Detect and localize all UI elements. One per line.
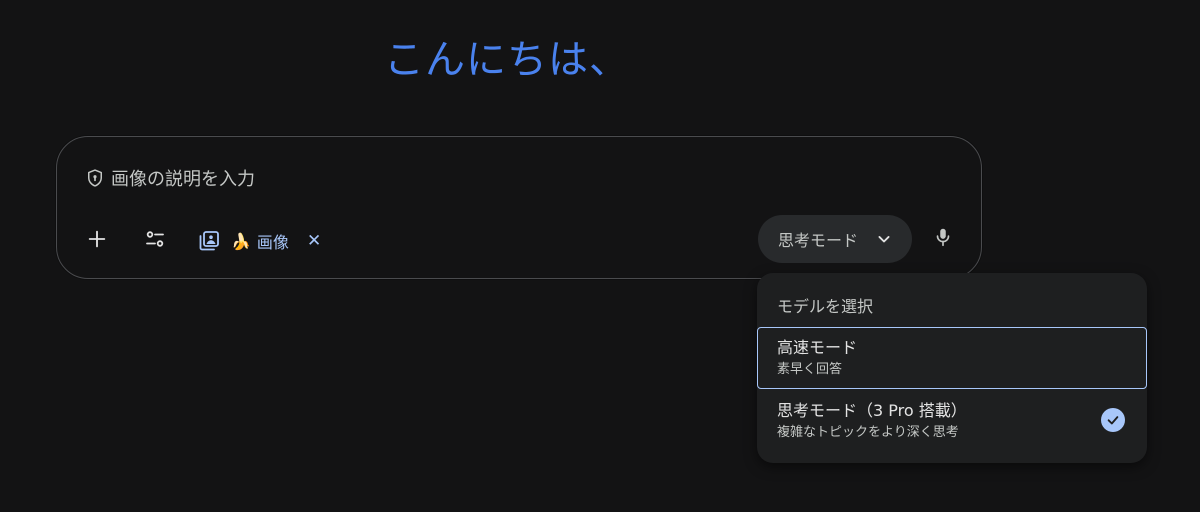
chip-close-button[interactable]: ✕: [307, 231, 321, 251]
mode-selector-label: 思考モード: [778, 231, 859, 250]
tools-icon: [143, 227, 167, 255]
microphone-icon: [932, 226, 954, 252]
menu-item-subtitle: 素早く回答: [777, 362, 843, 377]
image-tool-chip[interactable]: 🍌 画像 ✕: [197, 223, 321, 259]
prompt-input[interactable]: 画像の説明を入力: [85, 165, 255, 191]
page: こんにちは、 画像の説明を入力 🍌 画像 ✕ 思考モード モデルを選択 高速モー…: [0, 0, 1200, 512]
image-icon: [197, 229, 221, 253]
model-menu: モデルを選択 高速モード 素早く回答 思考モード（3 Pro 搭載） 複雑なトピ…: [757, 273, 1147, 463]
prompt-placeholder: 画像の説明を入力: [111, 169, 255, 190]
banana-emoji: 🍌: [231, 231, 251, 251]
tools-button[interactable]: [135, 221, 175, 261]
plus-icon: [86, 228, 108, 254]
menu-item-subtitle: 複雑なトピックをより深く思考: [777, 425, 959, 440]
voice-input-button[interactable]: [923, 219, 963, 259]
model-menu-header: モデルを選択: [777, 297, 874, 316]
prompt-composer: 画像の説明を入力 🍌 画像 ✕ 思考モード: [56, 136, 982, 279]
menu-item-title: 思考モード（3 Pro 搭載）: [777, 401, 967, 420]
check-icon: [1101, 408, 1125, 432]
add-button[interactable]: [77, 221, 117, 261]
menu-item-thinking-mode[interactable]: 思考モード（3 Pro 搭載） 複雑なトピックをより深く思考: [757, 392, 1147, 454]
greeting-heading: こんにちは、: [384, 37, 630, 83]
mode-selector-button[interactable]: 思考モード: [758, 215, 912, 263]
shield-icon: [85, 168, 105, 188]
chevron-down-icon: [874, 229, 894, 249]
chip-label: 画像: [256, 233, 289, 252]
menu-item-fast-mode[interactable]: 高速モード 素早く回答: [757, 327, 1147, 389]
menu-item-title: 高速モード: [777, 338, 858, 357]
